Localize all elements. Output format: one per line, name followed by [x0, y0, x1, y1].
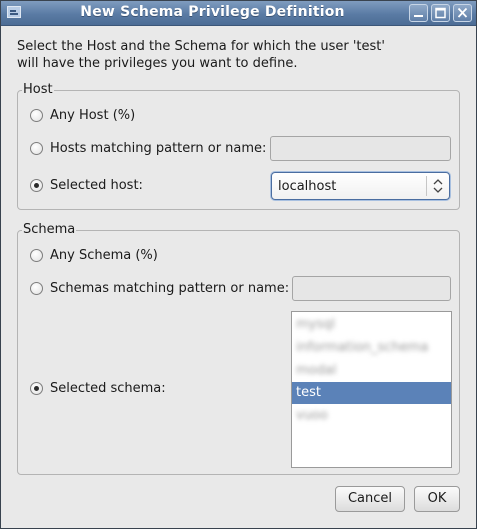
host-pattern-option[interactable]: Hosts matching pattern or name: [30, 141, 266, 156]
selected-host-radio[interactable] [30, 179, 43, 192]
selected-schema-radio[interactable] [30, 382, 43, 395]
chevron-up-down-icon [426, 176, 449, 196]
maximize-button[interactable] [431, 4, 450, 22]
schema-list[interactable]: mysql information_schema modal test vuoo [291, 311, 452, 468]
host-select[interactable]: localhost [271, 172, 450, 200]
window-title: New Schema Privilege Definition [80, 4, 345, 20]
intro-text: Select the Host and the Schema for which… [17, 39, 385, 71]
minimize-button[interactable] [409, 4, 428, 22]
close-button[interactable] [453, 4, 472, 22]
dialog-window: New Schema Privilege Definition Select t… [0, 0, 477, 529]
schema-group-label: Schema [22, 222, 77, 238]
any-host-label: Any Host (%) [50, 108, 136, 123]
selected-schema-option[interactable]: Selected schema: [30, 381, 166, 396]
selected-schema-label: Selected schema: [50, 381, 166, 396]
schema-pattern-label: Schemas matching pattern or name: [50, 281, 290, 296]
maximize-icon [435, 7, 446, 19]
ok-button[interactable]: OK [414, 486, 460, 512]
schema-pattern-input[interactable] [292, 276, 451, 301]
schema-list-item[interactable]: vuoo [292, 405, 451, 427]
schema-list-item-selected[interactable]: test [292, 382, 451, 404]
host-pattern-input[interactable] [270, 136, 451, 161]
any-host-radio[interactable] [30, 109, 43, 122]
any-schema-label: Any Schema (%) [50, 248, 158, 263]
any-schema-option[interactable]: Any Schema (%) [30, 248, 158, 263]
host-group-label: Host [22, 82, 54, 98]
host-pattern-radio[interactable] [30, 142, 43, 155]
any-schema-radio[interactable] [30, 249, 43, 262]
app-window-icon [7, 6, 21, 18]
any-host-option[interactable]: Any Host (%) [30, 108, 135, 123]
host-group: Host Any Host (%) Hosts matching pattern… [17, 82, 460, 210]
host-select-value: localhost [278, 179, 337, 194]
selected-host-option[interactable]: Selected host: [30, 178, 143, 193]
close-icon [457, 7, 468, 18]
schema-list-item[interactable]: modal [292, 360, 451, 382]
schema-pattern-radio[interactable] [30, 282, 43, 295]
cancel-button[interactable]: Cancel [335, 486, 405, 512]
title-bar[interactable]: New Schema Privilege Definition [1, 1, 476, 26]
dialog-content: Select the Host and the Schema for which… [1, 26, 476, 528]
schema-list-item[interactable]: mysql [292, 314, 451, 336]
minimize-icon [414, 15, 423, 17]
host-pattern-label: Hosts matching pattern or name: [50, 141, 267, 156]
schema-pattern-option[interactable]: Schemas matching pattern or name: [30, 281, 289, 296]
selected-host-label: Selected host: [50, 178, 143, 193]
schema-list-item[interactable]: information_schema [292, 337, 451, 359]
schema-group: Schema Any Schema (%) Schemas matching p… [17, 222, 460, 475]
